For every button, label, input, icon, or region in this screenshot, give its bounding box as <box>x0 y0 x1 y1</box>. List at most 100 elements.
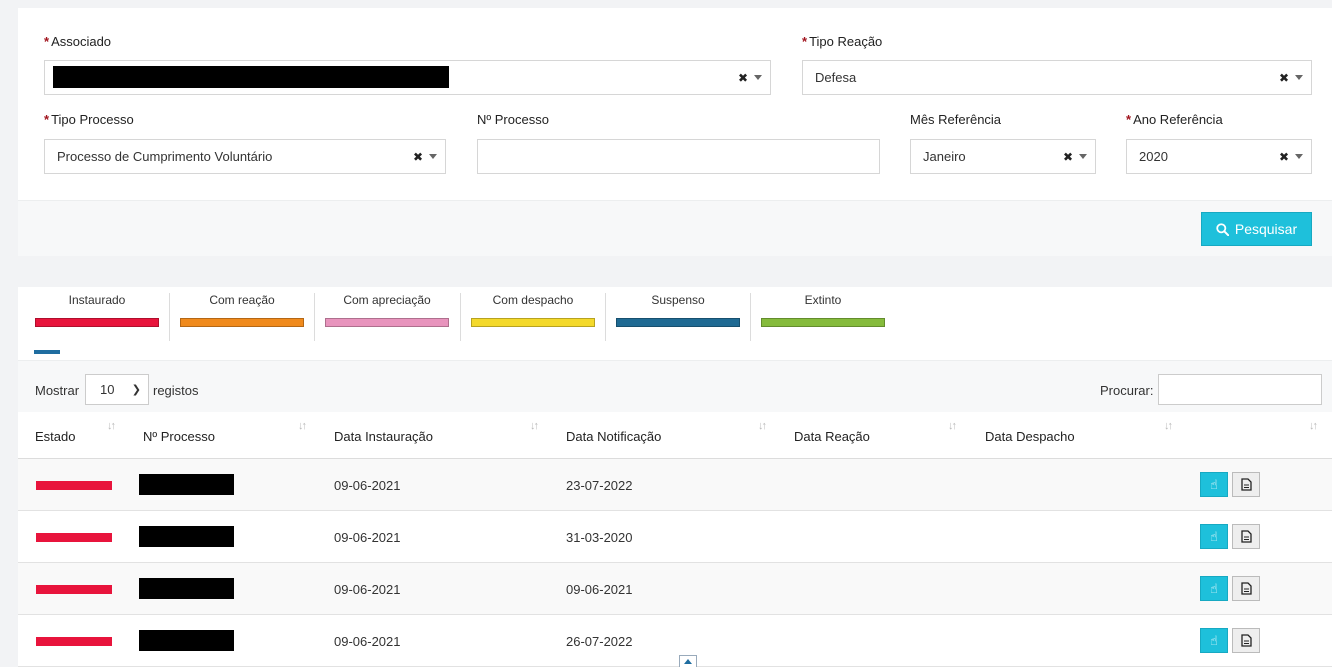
sort-icon[interactable]: ↓↑ <box>530 420 539 432</box>
results-panel: Instaurado Com reação Com apreciação Com… <box>18 287 1332 667</box>
filter-panel: * Associado ✖ * Tipo Reação Defesa ✖ * Tipo… <box>18 8 1332 256</box>
document-icon <box>1240 634 1252 647</box>
status-legend: Instaurado Com reação Com apreciação Com… <box>18 287 1332 343</box>
page-length-select[interactable]: 10 ❯ <box>85 374 149 405</box>
clear-icon[interactable]: ✖ <box>1279 151 1289 163</box>
legend-color-bar <box>761 318 885 327</box>
search-button[interactable]: Pesquisar <box>1201 212 1312 246</box>
n-processo-label: Nº Processo <box>477 112 549 127</box>
cell-data-instauracao: 09-06-2021 <box>334 530 401 545</box>
sort-icon[interactable]: ↓↑ <box>298 420 307 432</box>
tipo-reacao-select[interactable]: Defesa ✖ <box>802 60 1312 95</box>
cell-data-instauracao: 09-06-2021 <box>334 634 401 649</box>
filter-footer <box>18 200 1332 256</box>
legend-scroll-indicator <box>34 350 60 354</box>
sort-icon[interactable]: ↓↑ <box>948 420 957 432</box>
clear-icon[interactable]: ✖ <box>1279 72 1289 84</box>
legend-item-extinto: Extinto <box>761 287 885 341</box>
table-search-input[interactable] <box>1158 374 1322 405</box>
hand-pointer-icon: ☝ <box>1210 580 1218 596</box>
redacted-process-number <box>139 526 234 547</box>
legend-color-bar <box>180 318 304 327</box>
status-indicator <box>36 585 112 594</box>
records-label: registos <box>153 383 199 398</box>
sort-icon[interactable]: ↓↑ <box>758 420 767 432</box>
document-button[interactable] <box>1232 628 1260 653</box>
col-data-despacho[interactable]: Data Despacho <box>985 429 1075 444</box>
table-body: 09-06-2021 23-07-2022 ☝ 09-06-2021 31-03… <box>18 459 1332 667</box>
sort-icon[interactable]: ↓↑ <box>1309 420 1318 432</box>
table-row: 09-06-2021 23-07-2022 ☝ <box>18 459 1332 511</box>
clear-icon[interactable]: ✖ <box>1063 151 1073 163</box>
col-data-instauracao[interactable]: Data Instauração <box>334 429 433 444</box>
cell-data-notificacao: 23-07-2022 <box>566 478 633 493</box>
col-estado[interactable]: Estado <box>35 429 75 444</box>
document-button[interactable] <box>1232 472 1260 497</box>
view-button[interactable]: ☝ <box>1200 576 1228 601</box>
redacted-process-number <box>139 578 234 599</box>
chevron-down-icon[interactable] <box>1295 75 1303 80</box>
col-data-notificacao[interactable]: Data Notificação <box>566 429 661 444</box>
table-row: 09-06-2021 09-06-2021 ☝ <box>18 563 1332 615</box>
chevron-down-icon: ❯ <box>131 384 141 396</box>
tipo-processo-select[interactable]: Processo de Cumprimento Voluntário ✖ <box>44 139 446 174</box>
hand-pointer-icon: ☝ <box>1210 476 1218 492</box>
table-row: 09-06-2021 26-07-2022 ☝ <box>18 615 1332 667</box>
view-button[interactable]: ☝ <box>1200 524 1228 549</box>
document-button[interactable] <box>1232 576 1260 601</box>
document-icon <box>1240 530 1252 543</box>
legend-color-bar <box>325 318 449 327</box>
clear-icon[interactable]: ✖ <box>738 72 748 84</box>
n-processo-input[interactable] <box>477 139 880 174</box>
status-indicator <box>36 481 112 490</box>
mes-referencia-label: Mês Referência <box>910 112 1002 127</box>
legend-divider <box>169 293 170 341</box>
status-indicator <box>36 533 112 542</box>
view-button[interactable]: ☝ <box>1200 472 1228 497</box>
cell-data-notificacao: 26-07-2022 <box>566 634 633 649</box>
tipo-processo-label: * Tipo Processo <box>44 112 134 127</box>
legend-item-com-despacho: Com despacho <box>471 287 595 341</box>
search-label: Procurar: <box>1100 383 1154 398</box>
legend-divider <box>460 293 461 341</box>
legend-divider <box>605 293 606 341</box>
ano-referencia-select[interactable]: 2020 ✖ <box>1126 139 1312 174</box>
table-row: 09-06-2021 31-03-2020 ☝ <box>18 511 1332 563</box>
associado-select[interactable]: ✖ <box>44 60 771 95</box>
scroll-to-top-button[interactable] <box>679 655 697 667</box>
legend-item-com-apreciacao: Com apreciação <box>325 287 449 341</box>
search-icon <box>1216 222 1229 236</box>
legend-color-bar <box>616 318 740 327</box>
status-indicator <box>36 637 112 646</box>
sort-icon[interactable]: ↓↑ <box>107 420 116 432</box>
sort-icon[interactable]: ↓↑ <box>1164 420 1173 432</box>
legend-divider <box>314 293 315 341</box>
show-label: Mostrar <box>35 383 80 398</box>
chevron-up-icon <box>684 659 692 664</box>
view-button[interactable]: ☝ <box>1200 628 1228 653</box>
cell-data-instauracao: 09-06-2021 <box>334 582 401 597</box>
hand-pointer-icon: ☝ <box>1210 528 1218 544</box>
chevron-down-icon[interactable] <box>1295 154 1303 159</box>
legend-color-bar <box>35 318 159 327</box>
redacted-process-number <box>139 474 234 495</box>
hand-pointer-icon: ☝ <box>1210 632 1218 648</box>
cell-data-notificacao: 31-03-2020 <box>566 530 633 545</box>
chevron-down-icon[interactable] <box>754 75 762 80</box>
legend-item-suspenso: Suspenso <box>616 287 740 341</box>
clear-icon[interactable]: ✖ <box>413 151 423 163</box>
chevron-down-icon[interactable] <box>1079 154 1087 159</box>
cell-data-notificacao: 09-06-2021 <box>566 582 633 597</box>
col-data-reacao[interactable]: Data Reação <box>794 429 870 444</box>
tipo-reacao-label: * Tipo Reação <box>802 34 883 49</box>
document-button[interactable] <box>1232 524 1260 549</box>
legend-item-com-reacao: Com reação <box>180 287 304 341</box>
mes-referencia-select[interactable]: Janeiro ✖ <box>910 139 1096 174</box>
chevron-down-icon[interactable] <box>429 154 437 159</box>
document-icon <box>1240 478 1252 491</box>
table-header: Estado ↓↑ Nº Processo ↓↑ Data Instauraçã… <box>18 412 1332 459</box>
redacted-process-number <box>139 630 234 651</box>
table-toolbar: Mostrar 10 ❯ registos Procurar: <box>18 360 1332 412</box>
col-n-processo[interactable]: Nº Processo <box>143 429 215 444</box>
legend-divider <box>750 293 751 341</box>
